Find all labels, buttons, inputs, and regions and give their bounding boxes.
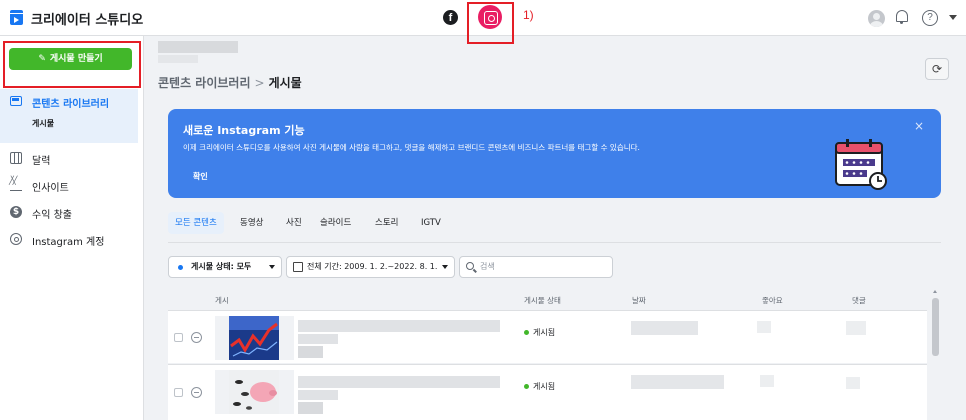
blurred-account-name [158, 41, 238, 53]
blurred-post-caption [298, 390, 338, 400]
creator-studio-logo-icon [10, 10, 23, 25]
blurred-post-caption [298, 376, 500, 388]
refresh-button[interactable]: ⟳ [925, 58, 949, 80]
content-library-icon [10, 96, 22, 106]
blurred-likes [757, 321, 771, 333]
account-menu-caret-icon[interactable] [949, 15, 957, 20]
instagram-highlight-box [467, 2, 514, 44]
blurred-post-caption [298, 334, 338, 344]
avatar[interactable] [868, 10, 885, 27]
column-header-status[interactable]: 게시물 상태 [524, 295, 561, 306]
tab-stories[interactable]: 스토리 [375, 212, 398, 234]
post-thumbnail[interactable] [215, 370, 294, 414]
post-status: 게시됨 [524, 381, 555, 392]
insight-icon [9, 176, 22, 191]
app-title: 크리에이터 스튜디오 [31, 13, 144, 28]
tab-igtv[interactable]: IGTV [421, 212, 441, 234]
table-scrollbar[interactable] [930, 288, 941, 420]
sidebar-item-calendar[interactable]: 달력 [32, 152, 50, 167]
sidebar-item-insights[interactable]: 인사이트 [32, 179, 69, 194]
tab-slides[interactable]: 슬라이드 [320, 212, 351, 234]
tab-all-content[interactable]: 모든 콘텐츠 [168, 212, 224, 234]
help-icon[interactable]: ? [922, 10, 938, 26]
photo-type-icon [191, 387, 202, 398]
blurred-post-meta [298, 346, 323, 358]
column-header-post[interactable]: 게시 [215, 295, 229, 306]
facebook-icon[interactable]: f [443, 10, 458, 25]
create-post-highlight-box [3, 41, 141, 88]
search-input[interactable]: 검색 [459, 256, 613, 278]
post-status-filter-label: 게시물 상태: 모두 [191, 262, 252, 271]
row-checkbox[interactable] [174, 333, 183, 342]
post-thumbnail[interactable] [215, 316, 294, 360]
blurred-post-meta [298, 402, 323, 414]
post-status-filter[interactable]: 게시물 상태: 모두 [168, 256, 282, 278]
calendar-icon [10, 152, 22, 164]
blurred-date [631, 321, 698, 335]
sidebar-item-monetization[interactable]: 수익 창출 [32, 206, 72, 221]
date-range-filter-label: 전체 기간: 2009. 1. 2.~2022. 8. 1. [307, 262, 438, 271]
banner-close-icon[interactable]: × [914, 119, 924, 133]
blurred-account-detail [158, 55, 198, 63]
search-placeholder: 검색 [480, 262, 495, 271]
blurred-post-caption [298, 320, 500, 332]
sidebar-subitem-posts[interactable]: 게시물 [32, 118, 54, 129]
calendar-small-icon [293, 262, 303, 272]
calendar-clock-icon [835, 139, 887, 190]
post-status: 게시됨 [524, 327, 555, 338]
post-status-label: 게시됨 [533, 328, 556, 337]
photo-type-icon [191, 332, 202, 343]
published-status-dot [524, 330, 529, 335]
piggy-bank-photo [229, 370, 279, 414]
sidebar-item-instagram-account[interactable]: Instagram 계정 [32, 233, 104, 248]
chevron-down-icon [269, 265, 275, 269]
breadcrumb-separator: > [254, 76, 265, 90]
refresh-icon: ⟳ [931, 62, 943, 76]
sidebar-item-content-library-label: 콘텐츠 라이브러리 [32, 99, 110, 110]
breadcrumb-parent[interactable]: 콘텐츠 라이브러리 [158, 76, 251, 90]
row-checkbox[interactable] [174, 388, 183, 397]
tab-photos[interactable]: 사진 [286, 212, 302, 234]
monetization-icon: $ [10, 206, 22, 218]
annotation-1: 1) [523, 8, 534, 22]
column-header-date[interactable]: 날짜 [632, 295, 646, 306]
scroll-thumb[interactable] [932, 298, 939, 356]
blurred-comments [846, 377, 860, 389]
date-range-filter[interactable]: 전체 기간: 2009. 1. 2.~2022. 8. 1. [286, 256, 455, 278]
published-status-dot [524, 384, 529, 389]
blurred-likes [760, 375, 774, 387]
column-header-likes[interactable]: 좋아요 [762, 295, 783, 306]
feature-banner: 새로운 Instagram 기능 이제 크리에이터 스튜디오를 사용하여 사진 … [168, 109, 941, 198]
banner-description: 이제 크리에이터 스튜디오를 사용하여 사진 게시물에 사람을 태그하고, 댓글… [183, 143, 640, 152]
blurred-date [631, 375, 724, 389]
column-header-comments[interactable]: 댓글 [852, 295, 866, 306]
tab-videos[interactable]: 동영상 [240, 212, 263, 234]
banner-title: 새로운 Instagram 기능 [183, 124, 305, 137]
banner-confirm-button[interactable]: 확인 [193, 171, 208, 182]
blurred-comments [846, 321, 866, 335]
notification-bell-icon[interactable] [896, 10, 908, 24]
stock-chart-photo [229, 316, 279, 360]
scroll-up-arrow-icon[interactable] [933, 290, 937, 293]
breadcrumb: 콘텐츠 라이브러리 > 게시물 [158, 74, 302, 91]
tabs-divider [168, 242, 941, 243]
search-icon [466, 262, 474, 270]
settings-icon [10, 233, 22, 245]
post-status-label: 게시됨 [533, 382, 556, 391]
chevron-down-icon [442, 265, 448, 269]
page-title: 게시물 [268, 76, 302, 90]
